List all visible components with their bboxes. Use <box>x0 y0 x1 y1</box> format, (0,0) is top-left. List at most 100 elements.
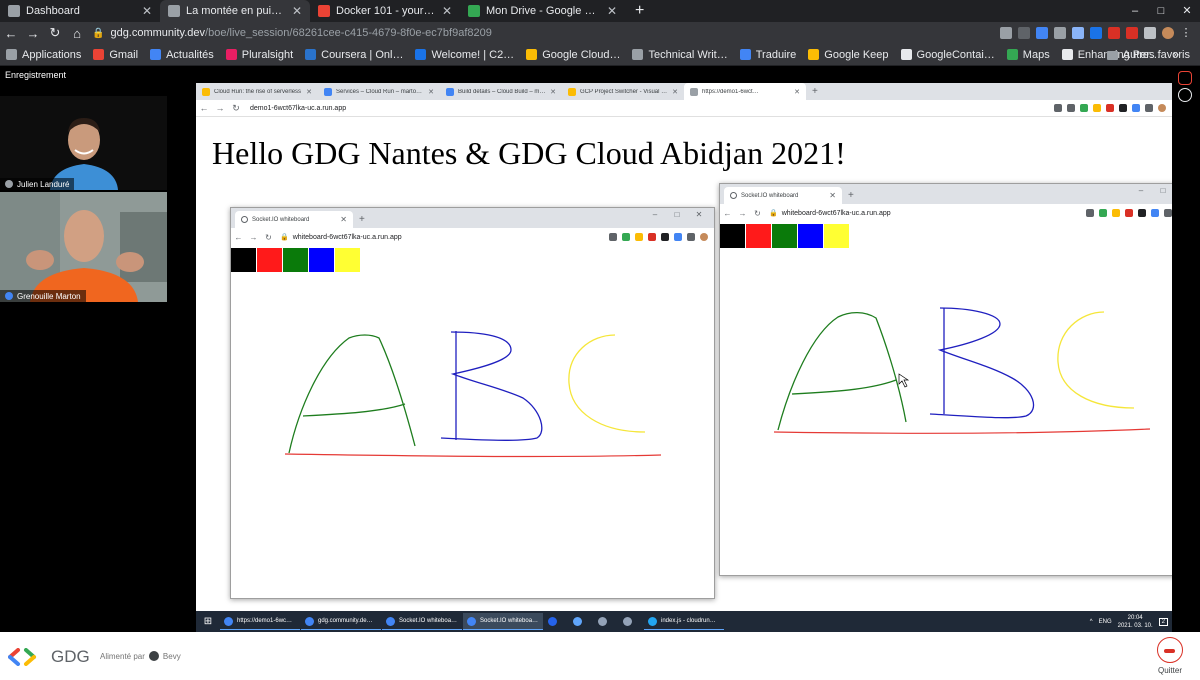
bookmark-item[interactable]: GoogleContai… <box>895 49 1001 61</box>
whiteboard-toolbar: ← → ↻ 🔒 whiteboard-6wct67lka-uc.a.run.app <box>720 204 1172 222</box>
tab-title: https://demo1-6wct… <box>702 88 759 95</box>
bookmarks-bar: Applications Gmail Actualités Pluralsight Co… <box>0 44 1200 66</box>
extension-icon <box>1138 209 1146 217</box>
chat-icon[interactable] <box>1178 71 1192 85</box>
tab-title: Docker 101 - your first do… <box>336 5 436 17</box>
bookmark-icon <box>93 49 105 60</box>
app-icon <box>467 616 476 626</box>
browser-tab[interactable]: Docker 101 - your first do… ✕ <box>310 0 460 22</box>
letter-a-crossbar <box>791 379 897 395</box>
close-tab-icon[interactable]: ✕ <box>142 4 152 18</box>
whiteboard-tab-title: Socket.IO whiteboard <box>252 216 310 223</box>
close-tab-icon[interactable]: ✕ <box>442 4 452 18</box>
close-tab-icon: ✕ <box>306 88 312 96</box>
shared-new-tab: + <box>812 86 818 97</box>
new-tab-icon: + <box>848 190 854 201</box>
extension-icon[interactable] <box>1054 27 1066 39</box>
bookmark-label: Applications <box>22 48 82 61</box>
bookmark-item[interactable]: Google Keep <box>802 49 894 61</box>
favicon-icon <box>202 87 210 96</box>
bookmark-label: Maps <box>1022 48 1050 61</box>
letter-c-stroke <box>568 334 646 433</box>
close-window-button[interactable]: ✕ <box>1174 0 1200 22</box>
bookmark-label: Google Keep <box>824 48 889 61</box>
swatch-yellow <box>824 224 849 248</box>
close-tab-icon[interactable]: ✕ <box>292 4 302 18</box>
taskbar-item <box>569 613 593 630</box>
app-icon <box>548 617 557 626</box>
extension-icon <box>1132 104 1140 112</box>
hang-up-icon[interactable] <box>1157 637 1183 663</box>
extension-icon[interactable] <box>1072 27 1084 39</box>
other-bookmarks[interactable]: Autres favoris <box>1106 44 1190 66</box>
bookmark-item[interactable]: Gmail <box>87 49 144 61</box>
whiteboard-extensions <box>1086 209 1172 217</box>
back-icon[interactable]: ← <box>0 26 22 41</box>
extension-icon[interactable] <box>1090 27 1102 39</box>
maximize-button[interactable]: □ <box>1148 0 1174 22</box>
clock-date: 2021. 03. 10. <box>1117 622 1153 629</box>
clock-time: 20:04 <box>1127 614 1143 621</box>
bookmark-item[interactable]: Technical Writ… <box>626 49 733 61</box>
taskbar-item <box>544 613 568 630</box>
extension-icon <box>1106 104 1114 112</box>
taskbar-item: gdg.community.de… <box>301 613 381 630</box>
participant-namebar: Grenouille Marton <box>0 290 86 302</box>
taskbar-item-label: index.js - cloudrun… <box>661 618 716 624</box>
powered-by[interactable]: Alimenté par Bevy <box>100 651 181 661</box>
tab-title: La montée en puissan… <box>186 5 286 17</box>
bookmark-item[interactable]: Actualités <box>144 49 220 61</box>
bookmark-label: Coursera | Onl… <box>321 48 404 61</box>
reload-icon[interactable]: ↻ <box>44 25 66 41</box>
adblock-icon[interactable] <box>1108 27 1120 39</box>
bookmark-label: Google Cloud… <box>542 48 621 61</box>
close-icon: ✕ <box>829 191 836 200</box>
taskbar-item-label: Socket.IO whiteboa… <box>480 618 539 624</box>
bookmark-item[interactable]: Coursera | Onl… <box>299 49 409 61</box>
profile-avatar[interactable] <box>1162 27 1174 39</box>
taskbar-item-label: Socket.IO whiteboa… <box>399 618 458 624</box>
star-icon[interactable] <box>1018 27 1030 39</box>
browser-toolbar: ← → ↻ ⌂ 🔒 gdg.community.dev /boe/live_se… <box>0 22 1200 44</box>
bookmark-item[interactable]: Traduire <box>734 49 803 61</box>
puzzle-icon <box>1164 209 1172 217</box>
windows-start-icon: ⊞ <box>203 616 213 627</box>
profile-avatar <box>700 233 708 241</box>
new-tab-button[interactable]: + <box>625 0 654 22</box>
favicon-icon <box>568 87 576 96</box>
quit-button[interactable]: Quitter <box>1154 637 1186 675</box>
forward-icon[interactable]: → <box>22 26 44 41</box>
star-icon <box>1067 104 1075 112</box>
home-icon[interactable]: ⌂ <box>66 26 88 41</box>
extension-icon[interactable] <box>1126 27 1138 39</box>
browser-tab[interactable]: La montée en puissan… ✕ <box>160 0 310 22</box>
minimize-button[interactable]: – <box>1122 0 1148 22</box>
close-tab-icon: ✕ <box>672 88 678 96</box>
puzzle-icon[interactable] <box>1144 27 1156 39</box>
browser-tab[interactable]: Dashboard ✕ <box>0 0 160 22</box>
bookmark-item[interactable]: Maps <box>1001 49 1056 61</box>
app-icon <box>623 617 632 626</box>
people-icon[interactable] <box>1178 88 1192 102</box>
favicon-icon <box>8 5 20 17</box>
extensions: ⋮ <box>1000 27 1200 39</box>
address-bar[interactable]: 🔒 gdg.community.dev /boe/live_session/68… <box>92 24 992 42</box>
letter-a-stroke <box>288 334 416 454</box>
extension-icon[interactable] <box>1036 27 1048 39</box>
maximize-icon: □ <box>674 210 680 219</box>
bookmark-icon <box>6 49 17 60</box>
participant-name: Julien Landuré <box>17 179 70 189</box>
participant-name: Grenouille Marton <box>17 291 81 301</box>
bookmark-item[interactable]: Welcome! | C2… <box>409 49 520 61</box>
folder-icon <box>1106 50 1118 60</box>
session-side-icons <box>1170 66 1200 106</box>
bookmark-item[interactable]: Google Cloud… <box>520 49 626 61</box>
menu-icon[interactable]: ⋮ <box>1180 27 1192 39</box>
translate-icon[interactable] <box>1000 27 1012 39</box>
bookmark-item[interactable]: Applications <box>0 49 87 61</box>
bookmark-item[interactable]: Pluralsight <box>220 49 299 61</box>
extension-icon <box>1125 209 1133 217</box>
whiteboard-url-text: whiteboard-6wct67lka-uc.a.run.app <box>781 210 891 217</box>
browser-tab[interactable]: Mon Drive - Google Drive ✕ <box>460 0 625 22</box>
close-tab-icon[interactable]: ✕ <box>607 4 617 18</box>
